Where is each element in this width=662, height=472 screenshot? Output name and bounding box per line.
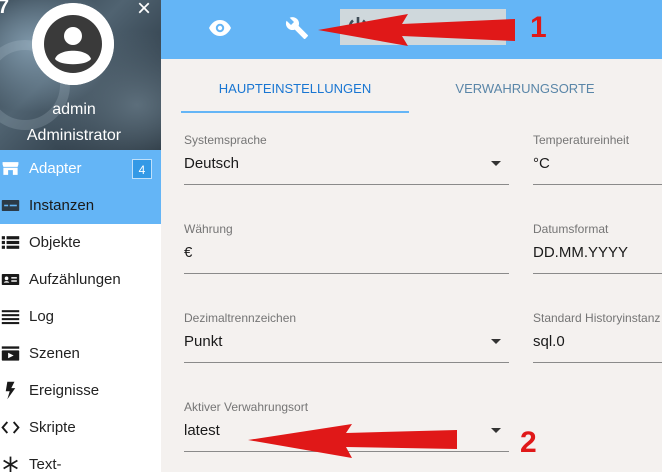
sidebar-item-aufzaehlungen[interactable]: Aufzählungen	[0, 261, 161, 298]
user-avatar-icon	[32, 3, 114, 85]
currency-field[interactable]: Währung €	[184, 222, 509, 292]
main-content: HAUPTEINSTELLUNGEN VERWAHRUNGSORTE Syste…	[161, 59, 662, 472]
sidebar-item-skripte[interactable]: Skripte	[0, 409, 161, 446]
dropdown-arrow-icon[interactable]	[491, 428, 501, 433]
sidebar-item-text[interactable]: Text-	[0, 446, 161, 472]
settings-tabs: HAUPTEINSTELLUNGEN VERWAHRUNGSORTE	[181, 67, 662, 113]
sidebar-item-label: Szenen	[29, 345, 80, 362]
field-label: Aktiver Verwahrungsort	[184, 400, 309, 414]
field-value: €	[184, 244, 193, 261]
field-label: Dezimaltrennzeichen	[184, 311, 297, 325]
power-icon	[348, 17, 368, 36]
field-underline	[184, 184, 509, 185]
field-value: Punkt	[184, 333, 223, 350]
scenes-icon	[0, 344, 20, 364]
sidebar-item-log[interactable]: Log	[0, 298, 161, 335]
temperature-unit-field[interactable]: Temperatureinheit °C	[533, 133, 662, 203]
eye-icon	[209, 20, 231, 36]
system-language-select[interactable]: Systemsprache Deutsch	[184, 133, 509, 203]
sidebar: 7 × admin Administrator Adapter 4 Instan…	[0, 0, 161, 472]
field-underline	[533, 362, 662, 363]
list-icon	[0, 233, 20, 253]
lines-icon	[0, 307, 20, 327]
history-instance-select[interactable]: Standard Historyinstanz sql.0	[533, 311, 662, 381]
snowflake-icon	[0, 455, 20, 472]
sidebar-item-label: Log	[29, 308, 55, 325]
host-power-button[interactable]	[340, 9, 506, 45]
field-label: Temperatureinheit	[533, 133, 630, 147]
sidebar-item-label: Objekte	[29, 234, 81, 251]
sidebar-item-label: Skripte	[29, 419, 76, 436]
code-icon	[0, 418, 20, 438]
field-underline	[184, 362, 509, 363]
sidebar-item-label: Instanzen	[29, 197, 95, 214]
tab-verwahrungsorte[interactable]: VERWAHRUNGSORTE	[411, 67, 639, 113]
field-underline	[184, 273, 509, 274]
date-format-field[interactable]: Datumsformat DD.MM.YYYY	[533, 222, 662, 292]
field-label: Systemsprache	[184, 133, 267, 147]
adapter-count-badge: 4	[132, 159, 152, 179]
field-label: Standard Historyinstanz	[533, 311, 661, 325]
field-underline	[533, 184, 662, 185]
dropdown-arrow-icon[interactable]	[491, 161, 501, 166]
field-label: Datumsformat	[533, 222, 609, 236]
flash-icon	[0, 381, 20, 401]
wrench-icon	[285, 17, 308, 39]
dropdown-arrow-icon[interactable]	[491, 339, 501, 344]
sidebar-item-label: Text-	[29, 456, 62, 472]
avatar[interactable]	[32, 3, 114, 85]
sidebar-menu: Adapter 4 Instanzen Objekte Aufzählungen	[0, 150, 161, 472]
tab-haupteinstellungen[interactable]: HAUPTEINSTELLUNGEN	[181, 67, 409, 113]
instances-icon	[0, 196, 20, 216]
sidebar-item-instanzen[interactable]: Instanzen	[0, 187, 161, 224]
sidebar-item-label: Adapter	[29, 160, 82, 177]
sidebar-item-szenen[interactable]: Szenen	[0, 335, 161, 372]
close-sidebar-button[interactable]: ×	[132, 0, 156, 21]
sidebar-item-label: Aufzählungen	[29, 271, 121, 288]
field-underline	[184, 451, 509, 452]
top-toolbar	[161, 0, 662, 59]
user-name: admin	[52, 101, 96, 118]
decimal-separator-select[interactable]: Dezimaltrennzeichen Punkt	[184, 311, 509, 381]
view-button[interactable]	[200, 8, 240, 48]
store-icon	[0, 159, 20, 179]
field-underline	[533, 273, 662, 274]
field-label: Währung	[184, 222, 233, 236]
profile-header: 7 × admin Administrator	[0, 0, 161, 150]
field-value: Deutsch	[184, 155, 240, 172]
sidebar-item-objekte[interactable]: Objekte	[0, 224, 161, 261]
user-role: Administrator	[26, 127, 122, 144]
field-value: latest	[184, 422, 220, 439]
field-value: sql.0	[533, 333, 565, 350]
corner-digit: 7	[0, 0, 10, 18]
contacts-card-icon	[0, 270, 20, 290]
settings-button[interactable]	[277, 8, 317, 48]
field-value: °C	[533, 155, 550, 172]
sidebar-item-label: Ereignisse	[29, 382, 100, 399]
active-storage-select[interactable]: Aktiver Verwahrungsort latest	[184, 400, 509, 470]
field-value: DD.MM.YYYY	[533, 244, 629, 261]
sidebar-item-adapter[interactable]: Adapter 4	[0, 150, 161, 187]
sidebar-item-ereignisse[interactable]: Ereignisse	[0, 372, 161, 409]
